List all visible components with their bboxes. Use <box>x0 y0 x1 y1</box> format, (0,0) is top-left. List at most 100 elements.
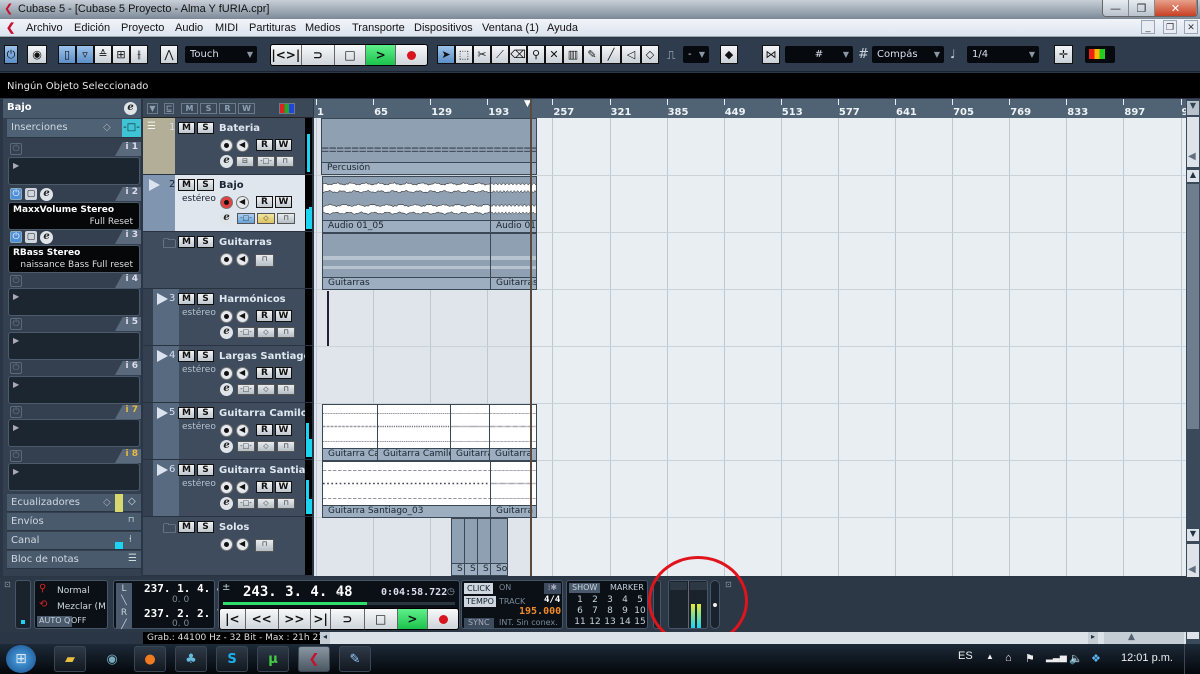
eq-bypass-button[interactable]: ◇ <box>257 213 275 224</box>
insert-slot-2[interactable]: MaxxVolume Stereo Full Reset <box>8 202 140 230</box>
marker-button-5[interactable]: 5 <box>633 595 647 605</box>
monitor-button[interactable] <box>236 310 249 323</box>
global-tracks-button[interactable]: ⊑ <box>164 103 174 114</box>
eq-bypass-button[interactable]: ◇ <box>257 384 275 395</box>
write-automation-button[interactable]: W <box>275 196 292 208</box>
expand-track-icon[interactable] <box>149 179 160 191</box>
record-enable-button[interactable] <box>220 367 233 380</box>
snap-to-zero-button[interactable]: ⋈ <box>762 45 780 64</box>
inspector-track-title[interactable]: Bajo <box>3 99 141 118</box>
power-icon[interactable]: ⏻ <box>10 406 22 418</box>
marker-button-13[interactable]: 13 <box>603 617 617 627</box>
expand-track-icon[interactable] <box>157 350 168 362</box>
drum-map-icon[interactable]: ⊟ <box>236 156 254 167</box>
sync-button[interactable]: SYNC <box>464 618 494 628</box>
write-automation-button[interactable]: W <box>275 139 292 151</box>
tool-play[interactable]: ◁ <box>621 45 641 64</box>
track-solos[interactable]: 🗀MS Solos ⊓ <box>143 517 312 576</box>
marker-button-2[interactable]: 2 <box>588 595 602 605</box>
insert-slot-7[interactable]: ▶ <box>8 419 140 447</box>
track-name[interactable]: Harmónicos <box>219 294 305 305</box>
solo-button[interactable]: S <box>197 122 214 134</box>
marker-button-14[interactable]: 14 <box>618 617 632 627</box>
part-guitarra-camilo-2[interactable]: Guitarra Camilo <box>377 404 451 461</box>
tool-color[interactable]: ◇ <box>641 45 659 64</box>
open-pool-button[interactable]: ⊞ <box>112 45 130 64</box>
menu-ventana[interactable]: Ventana (1) <box>482 22 539 34</box>
part-guitarra-camilo-1[interactable]: Guitarra Ca <box>322 404 378 461</box>
record-enable-button[interactable] <box>220 481 233 494</box>
sends-bypass-button[interactable]: ⊓ <box>276 156 294 167</box>
sends-bypass-button[interactable]: ⊓ <box>277 384 295 395</box>
read-automation-button[interactable]: R <box>256 196 273 208</box>
menu-midi[interactable]: MIDI <box>215 22 238 34</box>
inspector-section-sends[interactable]: Envíos ⊓ <box>7 513 141 531</box>
record-enable-button[interactable] <box>220 253 233 266</box>
cycle-button[interactable]: ⊃ <box>301 45 336 65</box>
marker-button-4[interactable]: 4 <box>618 595 632 605</box>
scroll-left-button[interactable]: ◂ <box>320 632 330 644</box>
chevron-down-icon[interactable]: ▼ <box>1187 101 1199 115</box>
track-options-dropdown[interactable]: ▼ <box>147 103 158 114</box>
marker-button-10[interactable]: 10 <box>633 606 647 616</box>
maximize-button[interactable]: ❐ <box>1129 0 1155 16</box>
record-mode-dropdown[interactable]: Normal <box>57 586 90 596</box>
monitor-button[interactable] <box>236 196 249 209</box>
show-hidden-icons[interactable]: ▲ <box>986 652 994 661</box>
insert-slot-1[interactable]: ▶ <box>8 157 140 185</box>
language-indicator[interactable]: ES <box>958 650 973 662</box>
volume-tray-icon[interactable]: 🔈 <box>1069 652 1083 665</box>
quantize-dropdown[interactable]: 1/4 ▼ <box>967 46 1039 63</box>
read-automation-button[interactable]: R <box>256 310 273 322</box>
system-clock[interactable]: 12:01 p.m. <box>1121 652 1173 664</box>
color-palette-dropdown[interactable] <box>1085 46 1115 63</box>
track-bajo[interactable]: 2MS Bajoestéreo RWe -□-◇⊓ <box>143 175 312 232</box>
power-icon[interactable]: ⏻ <box>10 362 22 374</box>
insert-bypass-button[interactable]: -□- <box>237 384 255 395</box>
minimize-button[interactable]: — <box>1103 0 1129 16</box>
record-button[interactable] <box>396 45 427 65</box>
part-guitarra-santiago-03[interactable]: Guitarra Santiago_03 <box>322 461 491 518</box>
network-icon[interactable]: ▂▃▅ <box>1046 652 1067 663</box>
edit-channel-settings-button[interactable]: e <box>220 155 233 168</box>
rewind-button[interactable]: << <box>245 609 279 629</box>
scroll-right-button[interactable]: ▸ <box>1088 632 1098 644</box>
record-enable-button[interactable] <box>220 139 233 152</box>
write-all-button[interactable]: W <box>238 103 255 114</box>
menu-edicion[interactable]: Edición <box>74 22 110 34</box>
write-automation-button[interactable]: W <box>275 310 292 322</box>
marker-button-1[interactable]: 1 <box>573 595 587 605</box>
start-button[interactable]: ⊞ <box>6 645 36 673</box>
taskbar-skype[interactable]: S <box>216 646 248 672</box>
time-signature[interactable]: 4/4 <box>544 595 560 605</box>
part-percusion[interactable]: Percusión <box>321 118 537 175</box>
track-name[interactable]: Guitarra Camilo <box>219 408 305 419</box>
menu-ayuda[interactable]: Ayuda <box>547 22 578 34</box>
taskbar-messenger[interactable]: ♣ <box>175 646 207 672</box>
cycle-toggle-button[interactable]: ⊃ <box>331 609 365 629</box>
solo-button[interactable]: S <box>197 464 214 476</box>
mute-button[interactable]: M <box>178 350 195 362</box>
insert-slot-5[interactable]: ▶ <box>8 332 140 360</box>
mdi-close-button[interactable]: ✕ <box>1184 20 1198 34</box>
track-name[interactable]: Bateria <box>219 123 305 134</box>
taskbar-paint[interactable]: ✎ <box>339 646 371 672</box>
monitor-button[interactable] <box>236 253 249 266</box>
track-bateria[interactable]: ☰ 1MS Bateria RWe⊟-□-⊓ <box>143 118 312 175</box>
folder-icon[interactable]: 🗀 <box>163 520 176 542</box>
menu-medios[interactable]: Medios <box>305 22 340 34</box>
post-roll-value[interactable]: 0. 0 <box>172 619 189 629</box>
tool-time-warp[interactable]: ▥ <box>563 45 583 64</box>
insert-bypass-button[interactable]: -□- <box>237 213 255 224</box>
read-automation-button[interactable]: R <box>256 424 273 436</box>
menu-audio[interactable]: Audio <box>175 22 203 34</box>
taskbar-cubase[interactable]: ❮ <box>298 646 330 672</box>
track-name[interactable]: Guitarras <box>219 237 305 248</box>
cycle-record-mode-dropdown[interactable]: Mezclar (M <box>57 602 107 612</box>
click-settings-icon[interactable]: ⁞✱ <box>544 583 561 594</box>
mute-button[interactable]: M <box>178 293 195 305</box>
expand-track-icon[interactable] <box>157 464 168 476</box>
track-name[interactable]: Solos <box>219 522 305 533</box>
nudge-dropdown[interactable]: - ▼ <box>683 46 709 63</box>
horizontal-scrollbar[interactable]: ◂ ▸ ▲ <box>320 632 1186 644</box>
